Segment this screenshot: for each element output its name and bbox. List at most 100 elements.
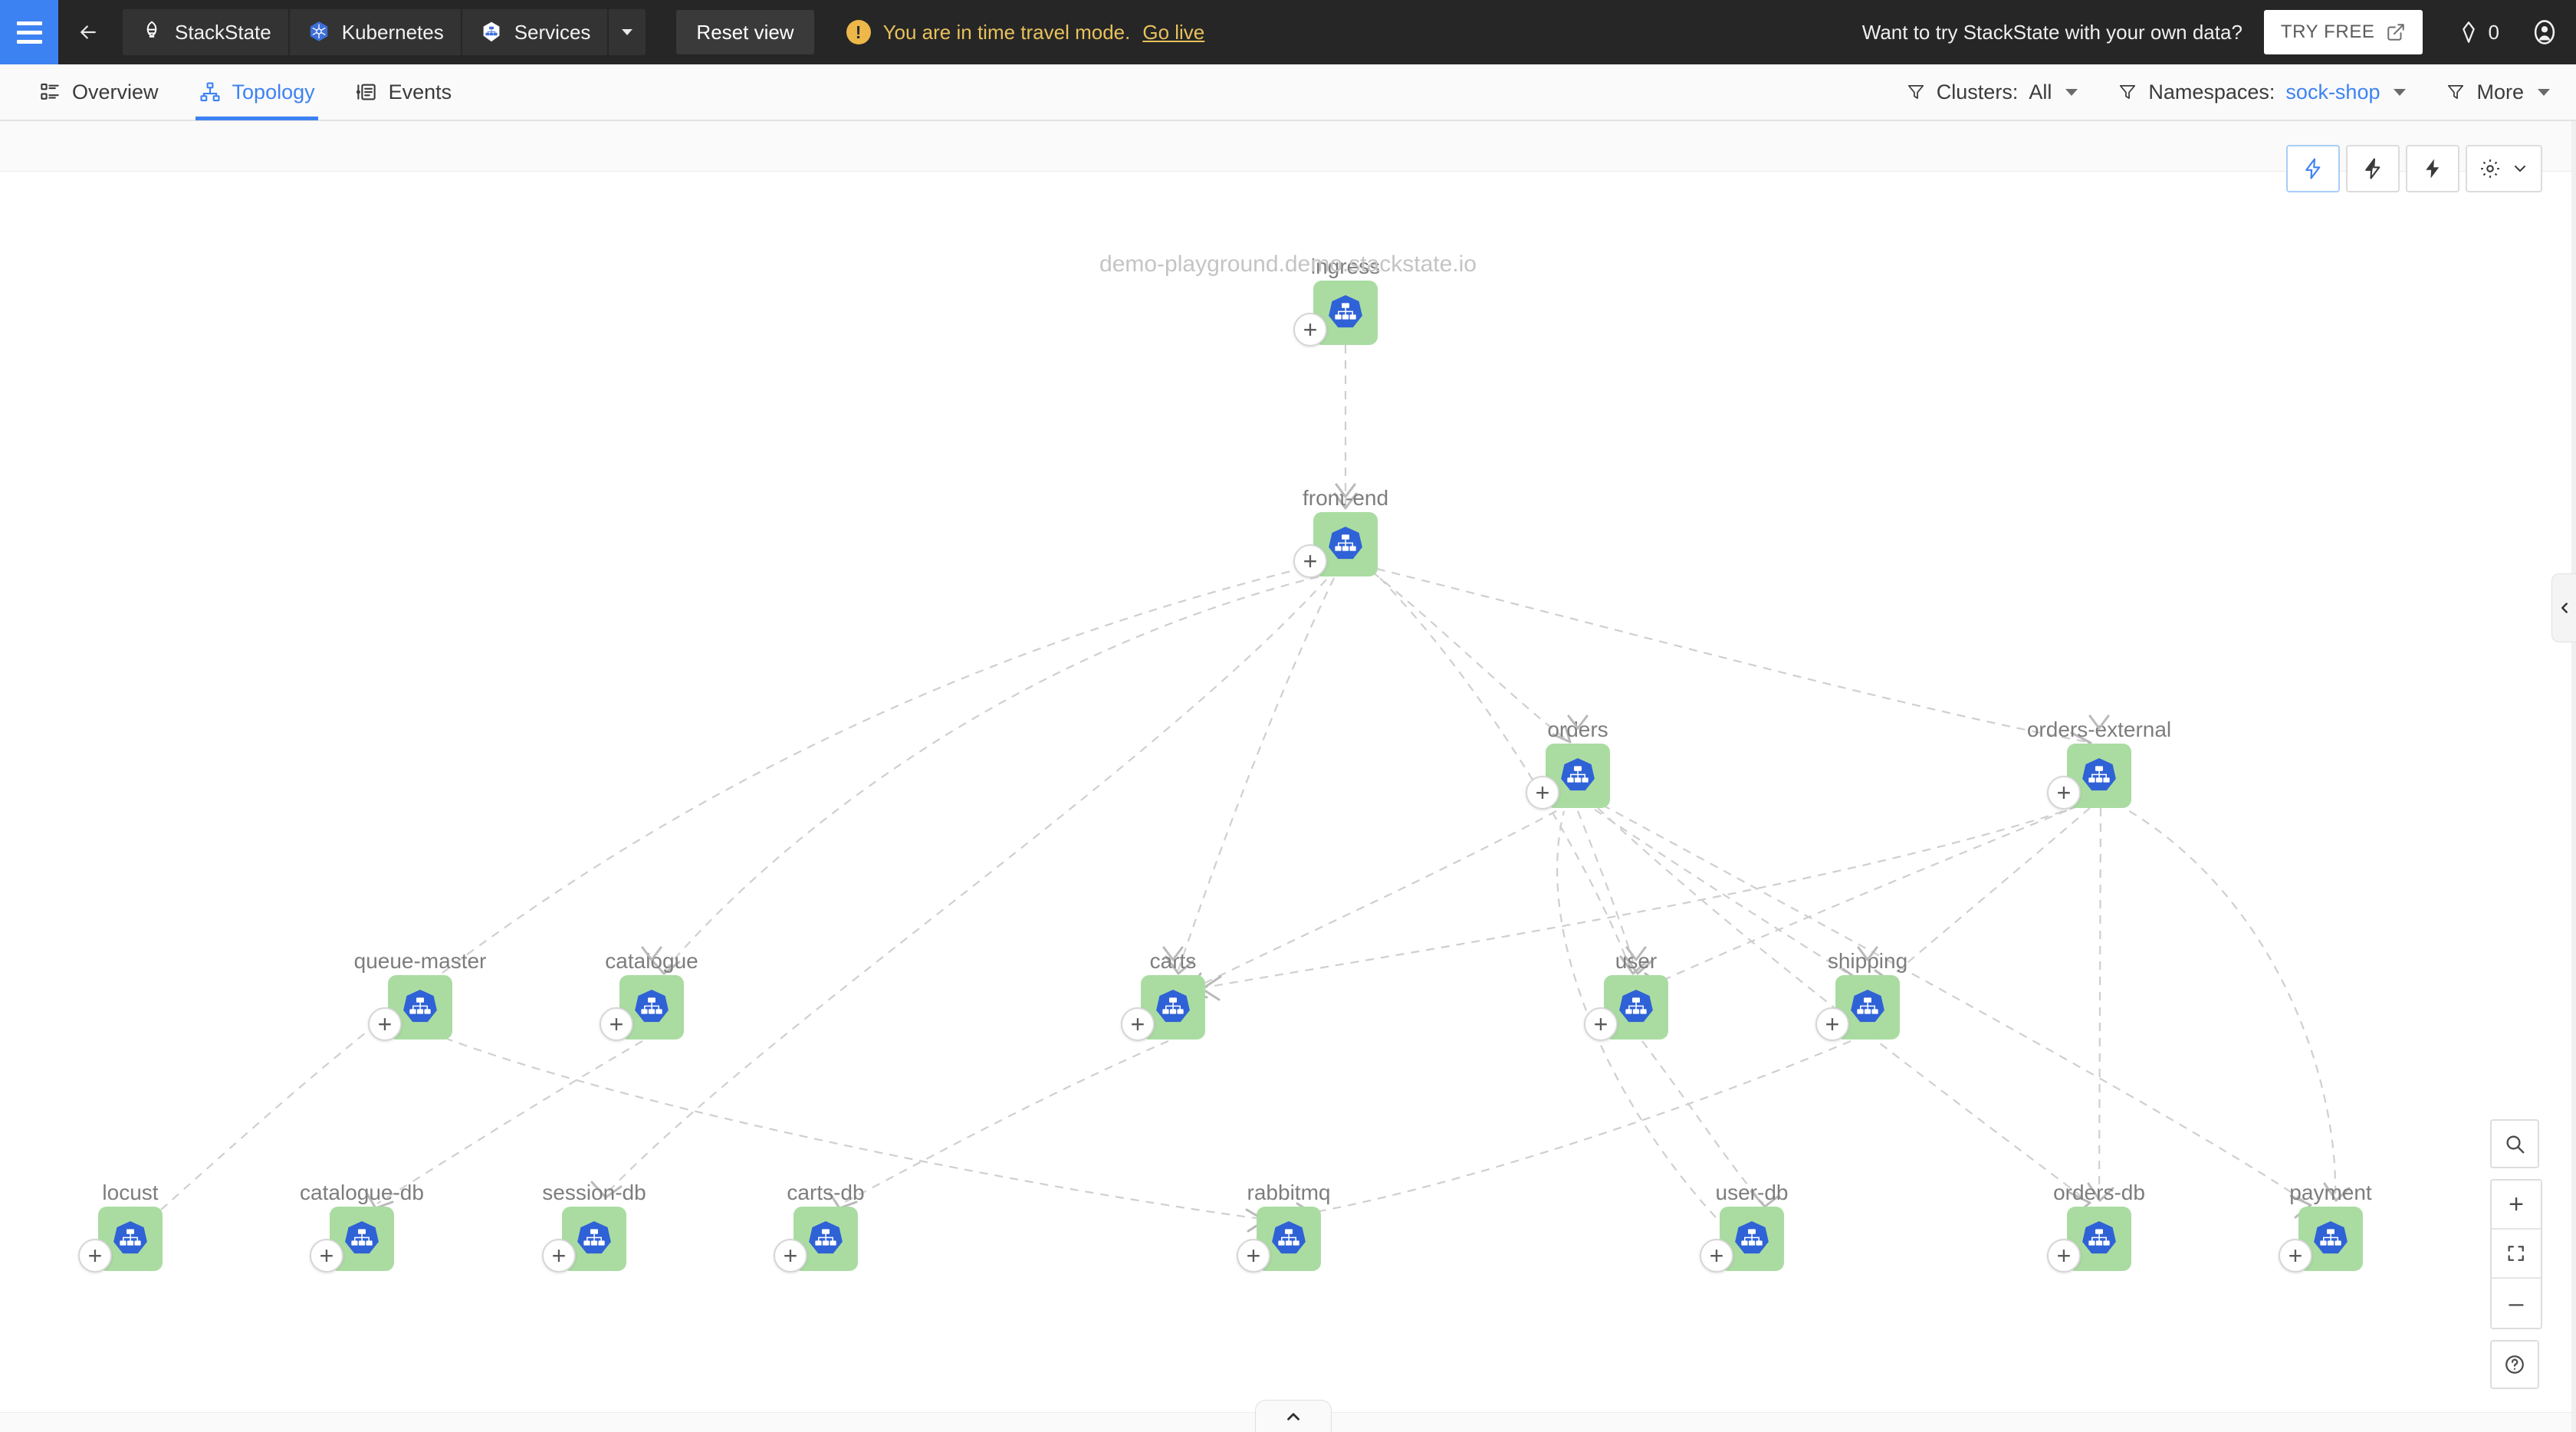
node-expand-button[interactable]: +	[542, 1239, 576, 1273]
breadcrumb-label: Kubernetes	[341, 20, 444, 44]
pinned-views-button[interactable]: 0	[2456, 20, 2499, 44]
kubernetes-service-icon	[1272, 1221, 1306, 1254]
incoming-arrow-icon	[1335, 483, 1356, 498]
node-expand-button[interactable]: +	[2279, 1239, 2312, 1273]
incoming-arrow-icon	[1857, 946, 1878, 961]
promo-text: Want to try StackState with your own dat…	[1861, 20, 2242, 44]
node-expand-button[interactable]: +	[2047, 776, 2081, 810]
chevron-left-icon	[2561, 603, 2568, 613]
breadcrumb-item-kubernetes[interactable]: Kubernetes	[289, 9, 462, 55]
fit-to-screen-button[interactable]	[2492, 1230, 2541, 1279]
kubernetes-service-icon	[1329, 295, 1362, 328]
incoming-arrow-icon	[1567, 714, 1589, 730]
zoom-in-label: +	[2509, 1190, 2524, 1219]
tab-list: Overview Topology Events	[0, 64, 472, 120]
kubernetes-service-icon	[809, 1221, 843, 1254]
filter-label: More	[2476, 80, 2524, 103]
filter-label: Clusters:	[1936, 80, 2019, 103]
zoom-in-button[interactable]: +	[2492, 1181, 2541, 1230]
canvas-top-toolbar	[2286, 145, 2542, 192]
bottom-drawer-toggle[interactable]	[1255, 1400, 1332, 1432]
breadcrumb-dropdown-button[interactable]	[609, 9, 646, 55]
arrow-left-icon[interactable]	[58, 0, 118, 64]
tab-events[interactable]: Events	[335, 64, 472, 120]
tab-topology[interactable]: Topology	[179, 64, 335, 120]
lightning-half-button[interactable]	[2346, 145, 2400, 192]
external-link-icon	[2387, 24, 2404, 41]
node-label: session-db	[542, 1181, 646, 1204]
fit-to-screen-icon	[2508, 1246, 2524, 1261]
breadcrumb-item-services[interactable]: Services	[462, 9, 610, 55]
kubernetes-service-icon	[1156, 990, 1190, 1023]
top-bar-right: Want to try StackState with your own dat…	[1862, 10, 2576, 54]
node-expand-button[interactable]: +	[1584, 1007, 1618, 1041]
tab-overview[interactable]: Overview	[18, 64, 179, 120]
topology-graph[interactable]: .ed { fill:none; stroke:#cfcfcf; stroke-…	[0, 121, 2576, 1432]
lightning-solid-button[interactable]	[2406, 145, 2459, 192]
node-expand-button[interactable]: +	[1526, 776, 1559, 810]
node-expand-button[interactable]: +	[774, 1239, 807, 1273]
filter-bar: Clusters: All Namespaces: sock-shop More	[1866, 80, 2576, 104]
node-expand-button[interactable]: +	[1237, 1239, 1270, 1273]
gear-icon	[2481, 159, 2499, 178]
right-panel-collapse-button[interactable]	[2551, 573, 2576, 642]
user-avatar[interactable]	[2530, 18, 2559, 47]
stackstate-logo-icon	[146, 21, 157, 38]
zoom-out-button[interactable]: –	[2492, 1279, 2541, 1328]
canvas-scrollbar[interactable]	[2571, 121, 2576, 1432]
try-free-button[interactable]: TRY FREE	[2263, 10, 2423, 54]
canvas-settings-button[interactable]	[2466, 145, 2542, 192]
breadcrumb: StackState Kubernetes Services	[123, 9, 646, 55]
canvas-zoom-controls: + –	[2490, 1119, 2542, 1389]
kubernetes-service-icon	[2082, 1221, 2116, 1254]
kubernetes-service-icon	[635, 990, 669, 1023]
node-expand-button[interactable]: +	[78, 1239, 112, 1273]
filter-label: Namespaces:	[2148, 80, 2275, 103]
chevron-up-icon	[1287, 1412, 1300, 1421]
filter-clusters[interactable]: Clusters: All	[1906, 80, 2078, 104]
node-expand-button[interactable]: +	[1293, 313, 1327, 347]
pin-count: 0	[2488, 20, 2499, 44]
go-live-link[interactable]: Go live	[1142, 21, 1204, 44]
node-label: catalogue-db	[300, 1181, 424, 1204]
node-expand-button[interactable]: +	[1293, 544, 1327, 578]
time-travel-banner: ! You are in time travel mode. Go live	[846, 20, 1204, 44]
filter-icon	[2120, 85, 2136, 99]
pin-icon	[2462, 21, 2475, 43]
node-expand-button[interactable]: +	[310, 1239, 343, 1273]
overview-icon	[41, 83, 59, 100]
lightning-outline-button[interactable]	[2286, 145, 2340, 192]
node-expand-button[interactable]: +	[1815, 1007, 1849, 1041]
warning-icon: !	[846, 20, 871, 44]
filter-icon	[1907, 85, 1924, 99]
tab-label: Events	[388, 80, 452, 103]
breadcrumb-item-stackstate[interactable]: StackState	[123, 9, 290, 55]
filter-value: sock-shop	[2285, 80, 2380, 103]
help-button[interactable]	[2490, 1340, 2539, 1389]
lightning-outline-icon	[2305, 158, 2321, 179]
node-expand-button[interactable]: +	[1700, 1239, 1733, 1273]
filter-namespaces[interactable]: Namespaces: sock-shop	[2118, 80, 2407, 104]
try-free-label: TRY FREE	[2280, 21, 2375, 42]
node-expand-button[interactable]: +	[2047, 1239, 2081, 1273]
node-expand-button[interactable]: +	[368, 1007, 402, 1041]
topology-canvas[interactable]: demo-playground.demo.stackstate.io + – i…	[0, 121, 2576, 1432]
tab-label: Topology	[232, 80, 315, 103]
node-expand-button[interactable]: +	[1121, 1007, 1155, 1041]
lightning-solid-icon	[2426, 159, 2440, 179]
kubernetes-service-icon	[1329, 527, 1362, 560]
node-expand-button[interactable]: +	[600, 1007, 633, 1041]
top-bar: StackState Kubernetes Services Reset vie…	[0, 0, 2576, 64]
help-icon	[2505, 1355, 2524, 1374]
kubernetes-service-icon	[1851, 990, 1884, 1023]
node-label: user-db	[1715, 1181, 1789, 1204]
canvas-search-button[interactable]	[2490, 1119, 2539, 1168]
kubernetes-service-icon	[345, 1221, 379, 1254]
filter-more[interactable]: More	[2446, 80, 2550, 104]
reset-view-button[interactable]: Reset view	[676, 10, 814, 54]
kubernetes-service-icon	[403, 990, 437, 1023]
events-icon	[356, 84, 376, 100]
tab-label: Overview	[72, 80, 159, 103]
kubernetes-service-icon	[1619, 990, 1653, 1023]
hamburger-icon[interactable]	[0, 0, 58, 64]
